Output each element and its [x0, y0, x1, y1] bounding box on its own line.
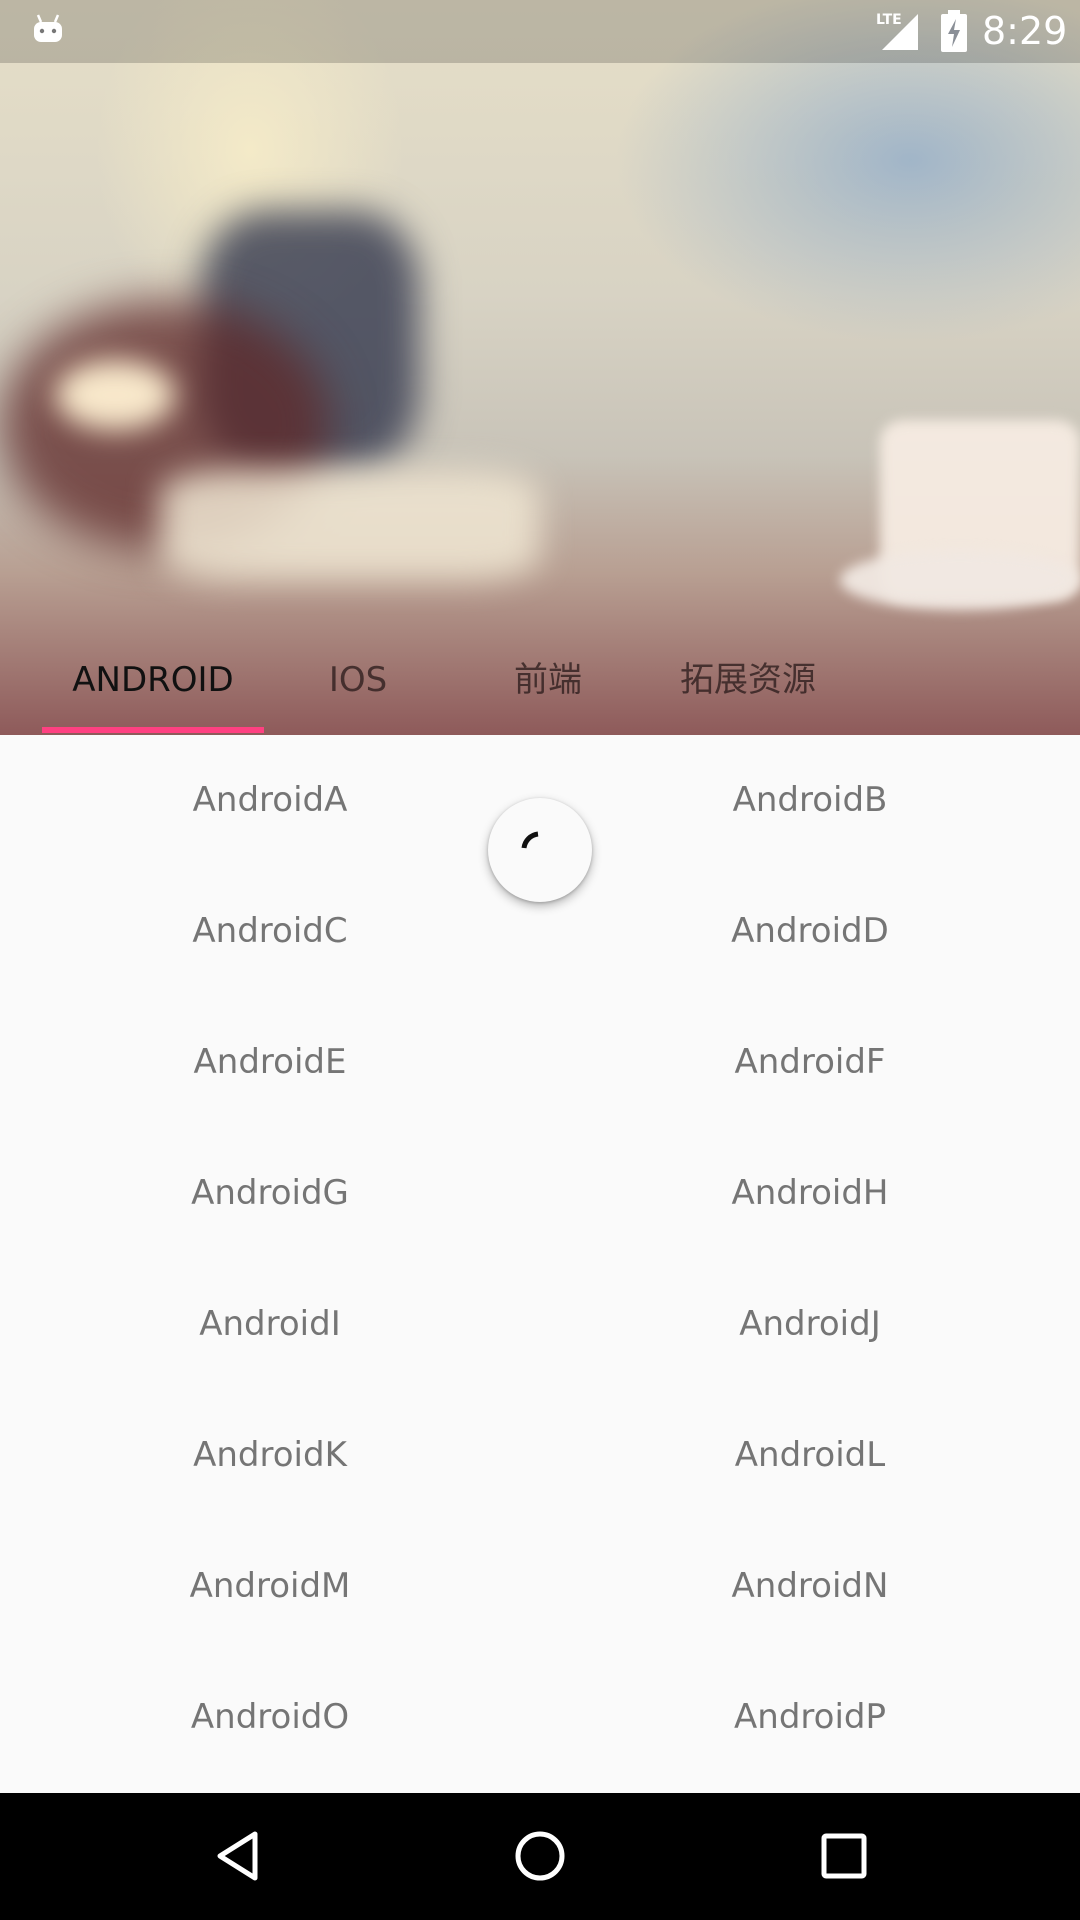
grid-item[interactable]: AndroidC: [0, 866, 540, 997]
grid-item[interactable]: AndroidM: [0, 1521, 540, 1652]
android-debug-icon: [32, 14, 64, 44]
tab-ios[interactable]: IOS: [290, 645, 426, 715]
grid-item[interactable]: AndroidN: [540, 1521, 1080, 1652]
back-icon[interactable]: [210, 1826, 270, 1886]
loading-icon: [521, 831, 539, 849]
tab-frontend[interactable]: 前端: [480, 645, 616, 715]
home-icon[interactable]: [510, 1826, 570, 1886]
grid-item[interactable]: AndroidP: [540, 1652, 1080, 1783]
navigation-bar: [0, 1793, 1080, 1920]
grid-item[interactable]: AndroidF: [540, 997, 1080, 1128]
grid-item[interactable]: AndroidI: [0, 1259, 540, 1390]
grid-item[interactable]: AndroidE: [0, 997, 540, 1128]
lte-signal-icon: LTE: [874, 10, 920, 50]
recents-icon[interactable]: [814, 1826, 874, 1886]
svg-text:LTE: LTE: [876, 12, 902, 28]
grid-item[interactable]: AndroidJ: [540, 1259, 1080, 1390]
tab-android[interactable]: ANDROID: [42, 645, 264, 715]
status-bar: LTE 8:29: [0, 0, 1080, 63]
status-time: 8:29: [982, 9, 1068, 53]
grid-item[interactable]: AndroidL: [540, 1390, 1080, 1521]
refresh-spinner: [488, 798, 592, 902]
grid-item[interactable]: AndroidH: [540, 1128, 1080, 1259]
grid-item[interactable]: AndroidB: [540, 735, 1080, 866]
tab-bar: ANDROID IOS 前端 拓展资源: [0, 620, 1080, 735]
header-image: LTE 8:29 ANDROID IOS 前端 拓展资源: [0, 0, 1080, 735]
battery-charging-icon: [940, 10, 968, 52]
grid-item[interactable]: AndroidO: [0, 1652, 540, 1783]
tab-indicator: [42, 727, 264, 733]
grid-item[interactable]: AndroidK: [0, 1390, 540, 1521]
grid-item[interactable]: AndroidA: [0, 735, 540, 866]
tab-extended-resources[interactable]: 拓展资源: [660, 645, 836, 715]
grid-item[interactable]: AndroidD: [540, 866, 1080, 997]
grid-item[interactable]: AndroidG: [0, 1128, 540, 1259]
